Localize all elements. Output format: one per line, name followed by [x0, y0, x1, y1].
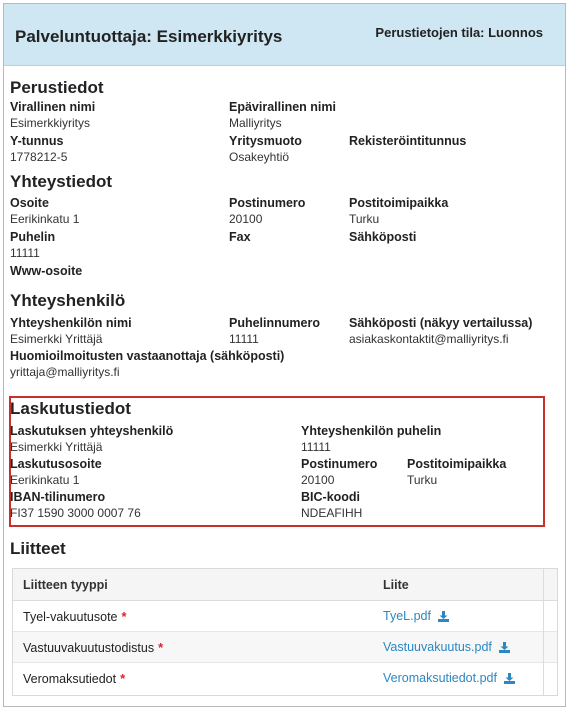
- attachment-file-link[interactable]: Veromaksutiedot.pdf: [383, 671, 497, 685]
- column-header-type: Liitteen tyyppi: [23, 578, 108, 592]
- contact-name-label: Yhteyshenkilön nimi: [10, 316, 132, 330]
- fax-label: Fax: [229, 230, 251, 244]
- attachment-type-label: Vastuuvakuutustodistus: [23, 641, 155, 655]
- ytunnus-value: 1778212-5: [10, 150, 68, 164]
- billing-contact-label: Laskutuksen yhteyshenkilö: [10, 424, 174, 438]
- complaint-recipient-value: yrittaja@malliyritys.fi: [10, 365, 120, 379]
- attachments-table-header: Liitteen tyyppi Liite: [13, 569, 557, 601]
- address-value: Eerikinkatu 1: [10, 212, 80, 226]
- company-form-value: Osakeyhtiö: [229, 150, 290, 164]
- iban-value: FI37 1590 3000 0007 76: [10, 506, 141, 520]
- city-value: Turku: [349, 212, 380, 226]
- section-heading-yhteystiedot: Yhteystiedot: [10, 172, 113, 191]
- provider-panel: Palveluntuottaja: Esimerkkiyritys Perust…: [3, 3, 566, 707]
- panel-header: Palveluntuottaja: Esimerkkiyritys Perust…: [4, 4, 565, 66]
- official-name-value: Esimerkkiyritys: [10, 116, 90, 130]
- company-form-label: Yritysmuoto: [229, 134, 302, 148]
- email-label: Sähköposti: [349, 230, 417, 244]
- download-icon[interactable]: [499, 642, 511, 654]
- attachment-type-label: Tyel-vakuutusote: [23, 610, 118, 624]
- unofficial-name-value: Malliyritys: [229, 116, 282, 130]
- registry-label: Rekisteröintitunnus: [349, 134, 467, 148]
- billing-city-value: Turku: [407, 473, 438, 487]
- table-column-divider: [543, 569, 544, 695]
- www-label: Www-osoite: [10, 264, 83, 278]
- attachment-type: Veromaksutiedot *: [23, 671, 125, 686]
- section-heading-liitteet: Liitteet: [10, 539, 66, 558]
- billing-postcode-value: 20100: [301, 473, 335, 487]
- attachment-file-link[interactable]: Vastuuvakuutus.pdf: [383, 640, 492, 654]
- attachment-file[interactable]: Veromaksutiedot.pdf: [383, 671, 516, 685]
- official-name-label: Virallinen nimi: [10, 100, 96, 114]
- table-row: Tyel-vakuutusote * TyeL.pdf: [13, 601, 557, 632]
- table-row: Vastuuvakuutustodistus * Vastuuvakuutus.p…: [13, 632, 557, 663]
- download-icon[interactable]: [504, 673, 516, 685]
- contact-name-value: Esimerkki Yrittäjä: [10, 332, 103, 346]
- complaint-recipient-label: Huomioilmoitusten vastaanottaja (sähköpo…: [10, 349, 285, 363]
- page-title: Palveluntuottaja: Esimerkkiyritys: [15, 27, 283, 46]
- contact-email-value: asiakaskontaktit@malliyritys.fi: [349, 332, 509, 346]
- column-header-file: Liite: [383, 578, 409, 592]
- table-row: Veromaksutiedot * Veromaksutiedot.pdf: [13, 663, 557, 694]
- contact-email-label: Sähköposti (näkyy vertailussa): [349, 316, 533, 330]
- iban-label: IBAN-tilinumero: [10, 490, 106, 504]
- billing-contact-value: Esimerkki Yrittäjä: [10, 440, 103, 454]
- bic-value: NDEAFIHH: [301, 506, 363, 520]
- city-label: Postitoimipaikka: [349, 196, 449, 210]
- billing-address-value: Eerikinkatu 1: [10, 473, 80, 487]
- attachment-type-label: Veromaksutiedot: [23, 672, 117, 686]
- attachment-type: Vastuuvakuutustodistus *: [23, 640, 163, 655]
- phone-value: 11111: [10, 246, 40, 260]
- attachments-table: Liitteen tyyppi Liite Tyel-vakuutusote * …: [12, 568, 558, 696]
- section-heading-perustiedot: Perustiedot: [10, 78, 104, 97]
- attachment-file-link[interactable]: TyeL.pdf: [383, 609, 431, 623]
- billing-address-label: Laskutusosoite: [10, 457, 102, 471]
- billing-city-label: Postitoimipaikka: [407, 457, 507, 471]
- status-text: Perustietojen tila: Luonnos: [375, 25, 543, 40]
- unofficial-name-label: Epävirallinen nimi: [229, 100, 336, 114]
- attachment-type: Tyel-vakuutusote *: [23, 609, 127, 624]
- contact-phone-label: Puhelinnumero: [229, 316, 320, 330]
- phone-label: Puhelin: [10, 230, 56, 244]
- postcode-label: Postinumero: [229, 196, 306, 210]
- download-icon[interactable]: [438, 611, 450, 623]
- required-marker: *: [121, 609, 127, 624]
- contact-phone-value: 11111: [229, 332, 259, 346]
- postcode-value: 20100: [229, 212, 263, 226]
- required-marker: *: [120, 671, 126, 686]
- required-marker: *: [158, 640, 164, 655]
- billing-contact-phone-value: 11111: [301, 440, 331, 454]
- section-heading-yhteyshenkilo: Yhteyshenkilö: [10, 291, 126, 310]
- section-heading-laskutustiedot: Laskutustiedot: [10, 399, 131, 418]
- billing-contact-phone-label: Yhteyshenkilön puhelin: [301, 424, 442, 438]
- attachment-file[interactable]: TyeL.pdf: [383, 609, 450, 623]
- ytunnus-label: Y-tunnus: [10, 134, 64, 148]
- address-label: Osoite: [10, 196, 49, 210]
- bic-label: BIC-koodi: [301, 490, 361, 504]
- billing-postcode-label: Postinumero: [301, 457, 378, 471]
- attachment-file[interactable]: Vastuuvakuutus.pdf: [383, 640, 511, 654]
